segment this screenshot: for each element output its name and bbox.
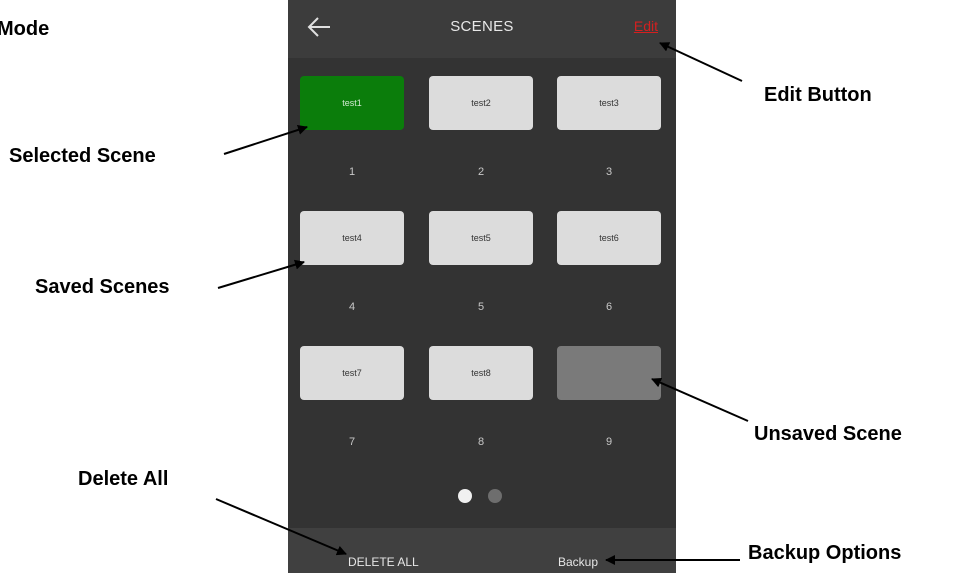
app-bar: SCENES Edit [288, 0, 676, 58]
page-indicator-inactive[interactable] [488, 489, 502, 503]
scene-number-1: 1 [348, 166, 356, 178]
delete-all-button[interactable]: DELETE ALL [348, 555, 419, 569]
scenes-screen: SCENES Edit test1 1 test2 2 test3 3 test4 4 test… [288, 0, 676, 573]
scene-tile-8[interactable]: test8 [429, 346, 533, 400]
backup-button[interactable]: Backup [558, 555, 598, 569]
scene-tile-3[interactable]: test3 [557, 76, 661, 130]
scene-number-3: 3 [605, 166, 613, 178]
callout-edit-button: Edit Button [764, 84, 872, 106]
bottom-bar: DELETE ALL Backup [288, 528, 676, 573]
scene-tile-6[interactable]: test6 [557, 211, 661, 265]
callout-saved-scenes: Saved Scenes [35, 276, 170, 298]
scene-number-4: 4 [348, 301, 356, 313]
scene-tile-4[interactable]: test4 [300, 211, 404, 265]
callout-backup-options: Backup Options [748, 542, 902, 564]
callout-unsaved-scene: Unsaved Scene [754, 423, 902, 445]
callout-delete-all: Delete All [78, 468, 169, 490]
page-title: SCENES [450, 18, 514, 35]
edit-button[interactable]: Edit [634, 18, 658, 34]
page-indicator-active[interactable] [458, 489, 472, 503]
callout-selected-scene: Selected Scene [9, 145, 156, 167]
scene-number-8: 8 [477, 436, 485, 448]
scene-tile-9[interactable] [557, 346, 661, 400]
scene-number-5: 5 [477, 301, 485, 313]
callout-mode: Mode [0, 18, 50, 40]
scene-tile-7[interactable]: test7 [300, 346, 404, 400]
scene-number-6: 6 [605, 301, 613, 313]
scene-number-7: 7 [348, 436, 356, 448]
scene-number-9: 9 [605, 436, 613, 448]
scene-tile-2[interactable]: test2 [429, 76, 533, 130]
scene-tile-1[interactable]: test1 [300, 76, 404, 130]
scene-tile-5[interactable]: test5 [429, 211, 533, 265]
scene-number-2: 2 [477, 166, 485, 178]
